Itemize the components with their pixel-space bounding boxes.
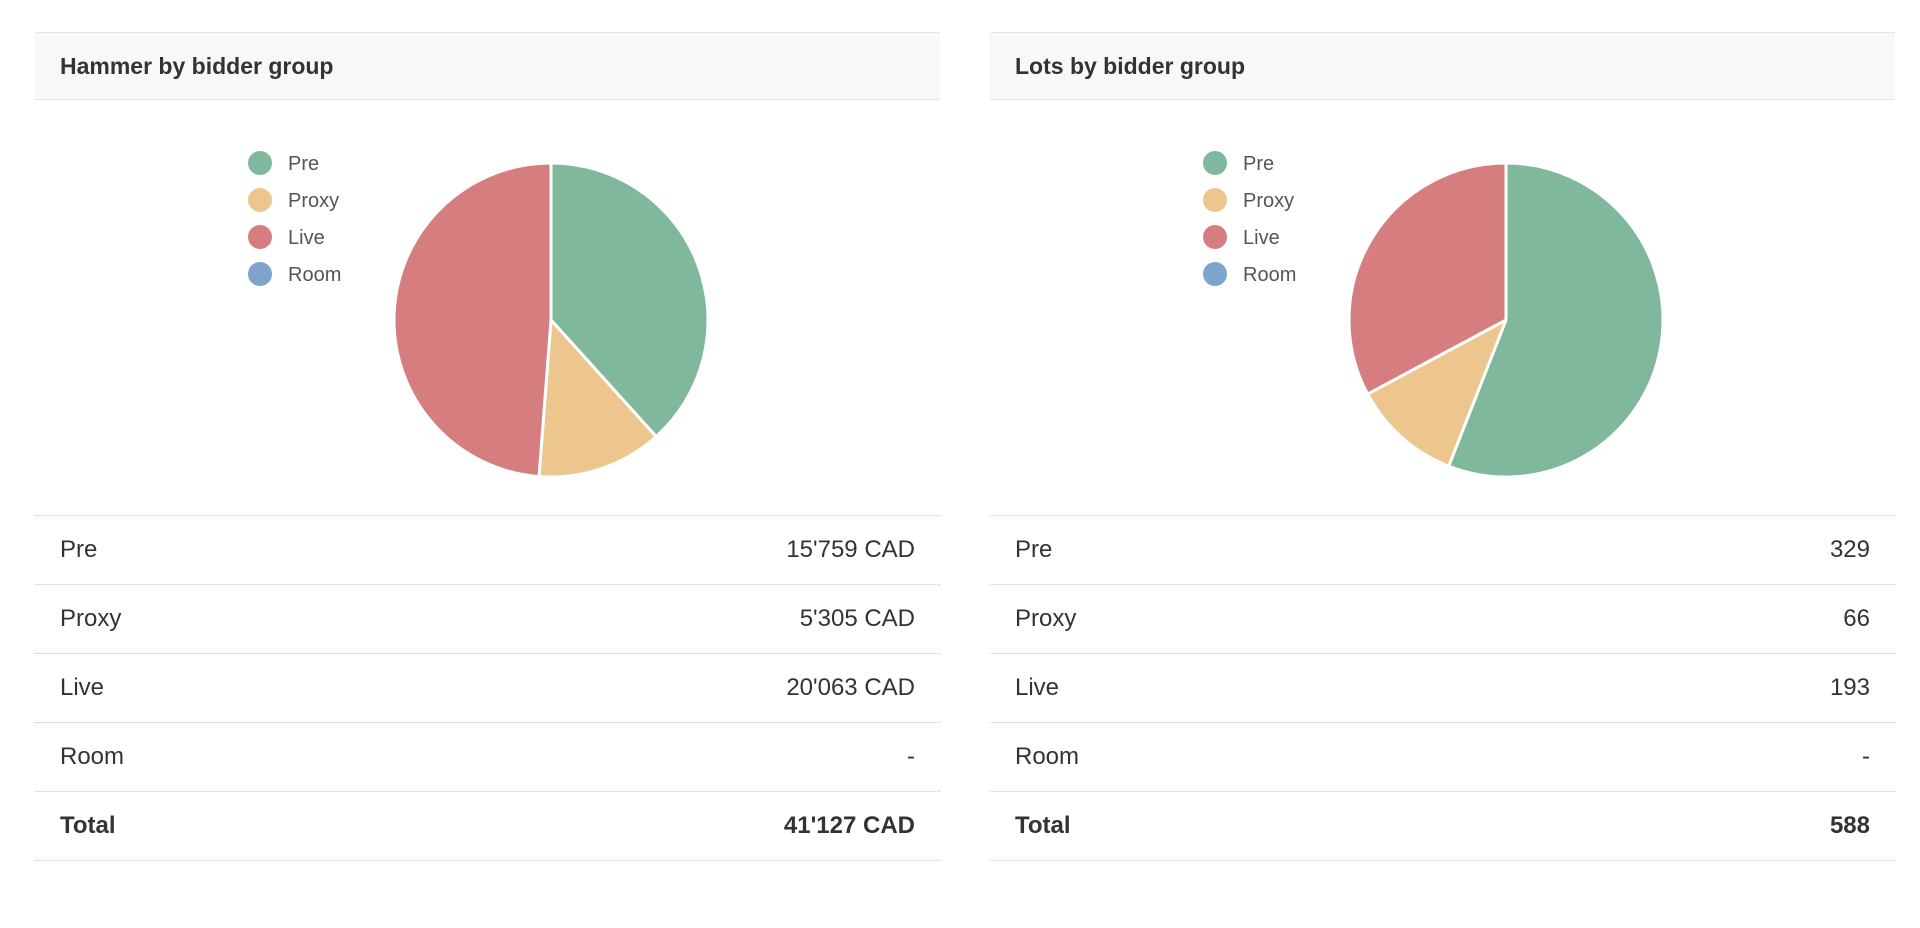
row-label: Pre xyxy=(60,536,98,563)
row-value: 20'063 CAD xyxy=(786,674,915,701)
row-value: 66 xyxy=(1843,605,1870,632)
row-label: Proxy xyxy=(1015,605,1077,632)
table-row: Live 20'063 CAD xyxy=(35,654,940,723)
legend-dot-proxy xyxy=(248,188,272,212)
total-label: Total xyxy=(60,812,116,839)
legend-dot-room xyxy=(248,262,272,286)
lots-stats-table: Pre 329 Proxy 66 Live 193 Room - Total 5… xyxy=(990,515,1895,861)
row-value: 329 xyxy=(1829,536,1870,563)
legend-label-live[interactable]: Live xyxy=(1243,227,1280,249)
total-value: 588 xyxy=(1829,812,1870,839)
table-row: Pre 329 xyxy=(990,516,1895,585)
panel-title: Hammer by bidder group xyxy=(60,52,334,79)
lots-pie-svg: Pre Proxy Live Room xyxy=(1203,151,1665,479)
legend-dot-proxy xyxy=(1203,188,1227,212)
table-row: Pre 15'759 CAD xyxy=(35,516,940,585)
legend-label-room[interactable]: Room xyxy=(1243,264,1296,286)
total-row: Total 41'127 CAD xyxy=(35,792,940,861)
legend-label-proxy[interactable]: Proxy xyxy=(288,190,339,212)
lots-pie-chart: Pre Proxy Live Room xyxy=(990,100,1895,515)
table-row: Room - xyxy=(35,723,940,792)
lots-panel: Lots by bidder group Pre Proxy Live Room Pr… xyxy=(990,32,1895,861)
row-value: 193 xyxy=(1829,674,1870,701)
row-label: Room xyxy=(60,743,125,770)
table-row: Proxy 5'305 CAD xyxy=(35,585,940,654)
row-label: Live xyxy=(1015,674,1060,701)
row-label: Proxy xyxy=(60,605,122,632)
panel-title: Lots by bidder group xyxy=(1015,52,1245,79)
legend-label-room[interactable]: Room xyxy=(288,264,341,286)
legend-label-pre[interactable]: Pre xyxy=(1243,153,1274,175)
panel-header: Lots by bidder group xyxy=(990,32,1895,100)
legend-dot-room xyxy=(1203,262,1227,286)
total-value: 41'127 CAD xyxy=(783,812,915,839)
panel-header: Hammer by bidder group xyxy=(35,32,940,100)
hammer-panel: Hammer by bidder group Pre Proxy Live Room … xyxy=(35,32,940,861)
row-label: Live xyxy=(60,674,105,701)
row-value: - xyxy=(1862,743,1870,770)
legend-label-live[interactable]: Live xyxy=(288,227,325,249)
hammer-stats-table: Pre 15'759 CAD Proxy 5'305 CAD Live 20'0… xyxy=(35,515,940,861)
row-label: Room xyxy=(1015,743,1080,770)
legend-dot-live xyxy=(1203,225,1227,249)
legend-dot-live xyxy=(248,225,272,249)
legend-label-pre[interactable]: Pre xyxy=(288,153,319,175)
table-row: Live 193 xyxy=(990,654,1895,723)
total-label: Total xyxy=(1015,812,1071,839)
legend-dot-pre xyxy=(1203,151,1227,175)
row-value: 5'305 CAD xyxy=(799,605,915,632)
table-row: Room - xyxy=(990,723,1895,792)
legend-label-proxy[interactable]: Proxy xyxy=(1243,190,1294,212)
row-value: 15'759 CAD xyxy=(786,536,915,563)
hammer-pie-svg: Pre Proxy Live Room xyxy=(248,151,710,479)
hammer-pie-chart: Pre Proxy Live Room xyxy=(35,100,940,515)
row-label: Pre xyxy=(1015,536,1053,563)
legend-dot-pre xyxy=(248,151,272,175)
pie-slice-live[interactable] xyxy=(392,161,553,479)
row-value: - xyxy=(907,743,915,770)
table-row: Proxy 66 xyxy=(990,585,1895,654)
total-row: Total 588 xyxy=(990,792,1895,861)
